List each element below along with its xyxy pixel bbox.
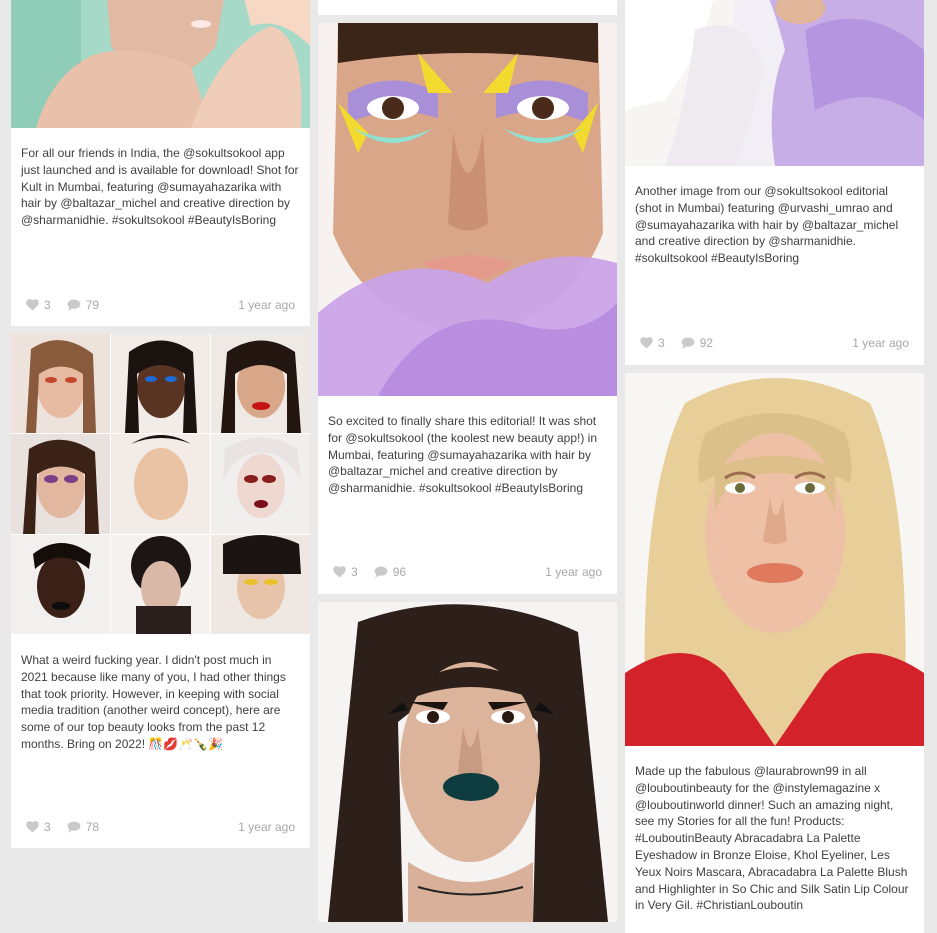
post-meta: 3 78 1 year ago: [26, 819, 295, 835]
post-timestamp: 1 year ago: [238, 298, 295, 312]
like-count: 3: [658, 336, 665, 350]
post-image[interactable]: [625, 373, 924, 746]
post-caption: Another image from our @sokultsokool edi…: [635, 184, 899, 266]
post-timestamp: 1 year ago: [238, 820, 295, 834]
post-card[interactable]: What a weird fucking year. I didn't post…: [11, 334, 310, 848]
post-image-collage[interactable]: [11, 334, 310, 634]
heart-icon[interactable]: [333, 566, 346, 578]
post-caption: For all our friends in India, the @sokul…: [21, 146, 299, 228]
comment-count: 78: [85, 820, 100, 834]
post-meta: 3 96 1 year ago: [333, 564, 602, 580]
post-card[interactable]: Made up the fabulous @laurabrown99 in al…: [625, 373, 924, 933]
heart-icon[interactable]: [26, 299, 39, 311]
like-count: 3: [44, 820, 51, 834]
speech-bubble-icon[interactable]: [67, 821, 81, 833]
post-image[interactable]: [318, 23, 617, 396]
post-caption: So excited to finally share this editori…: [328, 414, 597, 496]
heart-icon[interactable]: [26, 821, 39, 833]
comment-count: 79: [85, 298, 100, 312]
post-meta: 3 92 1 year ago: [640, 335, 909, 351]
post-image[interactable]: [625, 0, 924, 166]
post-caption: Made up the fabulous @laurabrown99 in al…: [635, 764, 909, 913]
speech-bubble-icon[interactable]: [681, 337, 695, 349]
post-card[interactable]: [318, 0, 617, 15]
post-card[interactable]: Another image from our @sokultsokool edi…: [625, 0, 924, 365]
speech-bubble-icon[interactable]: [67, 299, 81, 311]
post-image[interactable]: [318, 602, 617, 922]
post-card[interactable]: [318, 602, 617, 922]
post-card[interactable]: So excited to finally share this editori…: [318, 23, 617, 594]
post-meta: 3 79 1 year ago: [26, 297, 295, 313]
comment-count: 96: [392, 565, 407, 579]
heart-icon[interactable]: [640, 337, 653, 349]
post-timestamp: 1 year ago: [545, 565, 602, 579]
speech-bubble-icon[interactable]: [374, 566, 388, 578]
post-card[interactable]: For all our friends in India, the @sokul…: [11, 0, 310, 326]
like-count: 3: [44, 298, 51, 312]
post-image[interactable]: [11, 0, 310, 128]
comment-count: 92: [699, 336, 714, 350]
post-caption: What a weird fucking year. I didn't post…: [21, 653, 286, 751]
like-count: 3: [351, 565, 358, 579]
post-timestamp: 1 year ago: [852, 336, 909, 350]
